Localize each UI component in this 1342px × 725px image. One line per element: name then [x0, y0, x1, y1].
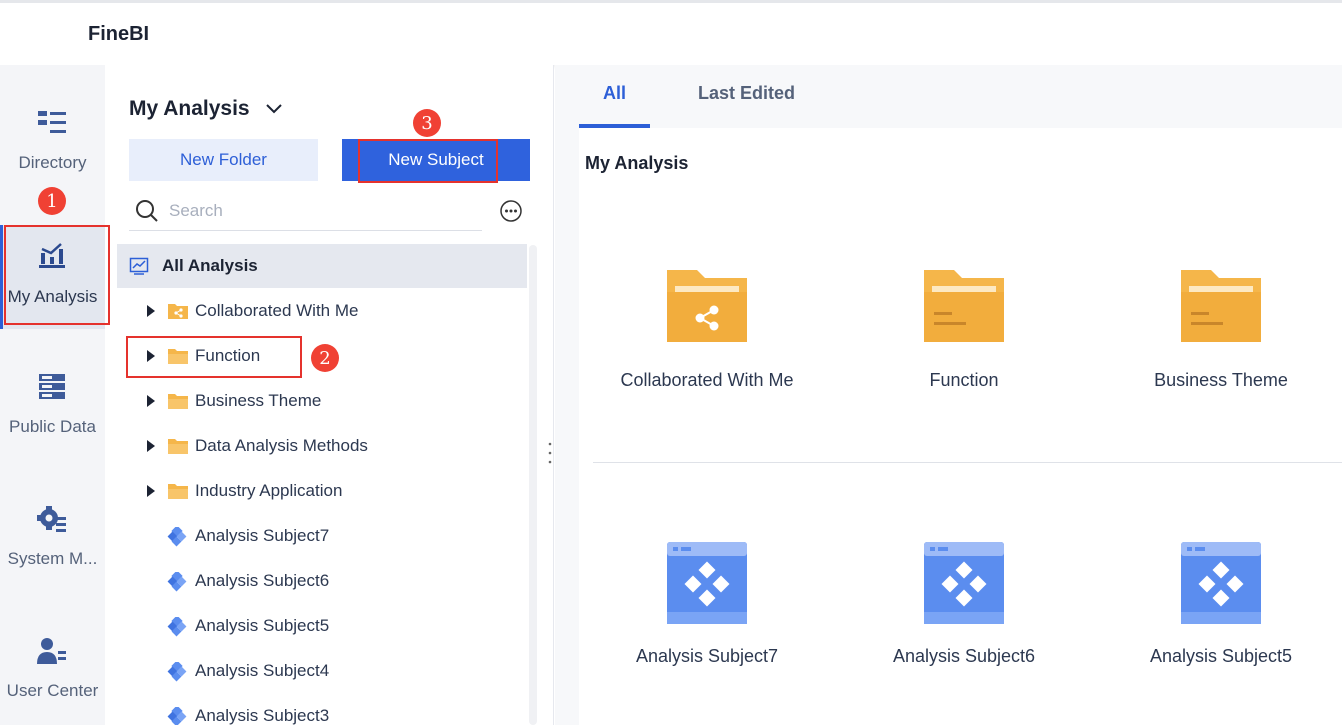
tree-item-analysis-subject3[interactable]: Analysis Subject3 — [117, 694, 527, 725]
tree-item-analysis-subject4[interactable]: Analysis Subject4 — [117, 649, 527, 693]
shared-folder-icon — [667, 270, 747, 342]
section-divider — [593, 462, 1342, 463]
subject-icon — [167, 707, 187, 725]
card-grid: My Analysis Collaborated With Me Functio… — [579, 128, 1342, 725]
tree-item-label: Analysis Subject3 — [195, 706, 330, 725]
tree-item-label: Collaborated With Me — [195, 301, 359, 320]
card-label: Business Theme — [1154, 370, 1288, 390]
tree-item-business-theme[interactable]: Business Theme — [117, 379, 527, 423]
highlight-box-new-subject — [358, 139, 498, 183]
folder-card-business-theme[interactable]: Business Theme — [1101, 268, 1341, 390]
public-data-icon — [39, 374, 65, 399]
subject-card-analysis-subject7[interactable]: Analysis Subject7 — [587, 540, 827, 666]
card-label: Analysis Subject6 — [892, 646, 1036, 666]
navigation-rail: Directory My Analysis Public Data System… — [0, 65, 105, 725]
tree-item-label: Business Theme — [195, 391, 322, 410]
tab-bar: All Last Edited — [579, 65, 1342, 128]
more-options-icon[interactable] — [500, 200, 522, 222]
analysis-chart-icon — [129, 257, 149, 275]
tree-item-label: All Analysis — [162, 256, 258, 275]
step-marker-3: 3 — [413, 109, 441, 137]
top-bar: FineBI — [0, 0, 1342, 65]
new-folder-button[interactable]: New Folder — [129, 139, 318, 181]
tab-last-edited[interactable]: Last Edited — [698, 83, 795, 104]
folder-card-collaborated-with-me[interactable]: Collaborated With Me — [587, 268, 827, 390]
tree-item-label: Analysis Subject7 — [195, 526, 330, 545]
search-input[interactable] — [169, 197, 469, 225]
subject-icon — [167, 617, 187, 637]
rail-item-label: System M... — [7, 549, 98, 568]
subject-icon — [167, 527, 187, 547]
subject-card-analysis-subject5[interactable]: Analysis Subject5 — [1101, 540, 1341, 666]
caret-right-icon[interactable] — [147, 395, 155, 407]
tree-item-all-analysis[interactable]: All Analysis — [117, 244, 527, 288]
tree-item-label: Analysis Subject5 — [195, 616, 330, 635]
tree-item-label: Analysis Subject6 — [195, 571, 330, 590]
caret-right-icon[interactable] — [147, 305, 155, 317]
directory-icon — [38, 111, 66, 133]
card-label: Function — [929, 370, 999, 390]
rail-item-label: User Center — [6, 681, 99, 700]
subject-icon — [167, 662, 187, 682]
folder-icon — [168, 439, 188, 454]
step-marker-2: 2 — [311, 344, 339, 372]
content-area: All Last Edited My Analysis Collaborated… — [555, 65, 1342, 725]
panel-title: My Analysis — [129, 97, 250, 120]
rail-item-label: Public Data — [9, 417, 96, 436]
subject-icon — [667, 542, 747, 624]
chevron-down-icon[interactable] — [265, 99, 283, 117]
search-box — [129, 193, 482, 231]
rail-item-user-center[interactable]: User Center — [0, 635, 105, 725]
user-center-icon — [37, 638, 66, 664]
folder-icon — [924, 270, 1004, 342]
tab-all[interactable]: All — [603, 83, 626, 104]
section-title: My Analysis — [585, 153, 689, 173]
active-indicator — [0, 225, 3, 329]
subject-icon — [167, 572, 187, 592]
tree-item-analysis-subject5[interactable]: Analysis Subject5 — [117, 604, 527, 648]
rail-item-system-management[interactable]: System M... — [0, 503, 105, 603]
caret-right-icon[interactable] — [147, 440, 155, 452]
tree-scrollbar[interactable] — [529, 245, 537, 725]
shared-folder-icon — [168, 304, 188, 319]
system-management-icon — [37, 506, 66, 532]
tree-item-collaborated-with-me[interactable]: Collaborated With Me — [117, 289, 527, 333]
card-label: Collaborated With Me — [620, 370, 794, 390]
subject-icon — [1181, 542, 1261, 624]
caret-right-icon[interactable] — [147, 485, 155, 497]
highlight-box-my-analysis — [4, 225, 110, 325]
tree-item-label: Data Analysis Methods — [195, 436, 368, 455]
folder-icon — [168, 484, 188, 499]
subject-icon — [924, 542, 1004, 624]
app-title: FineBI — [88, 23, 150, 45]
rail-item-public-data[interactable]: Public Data — [0, 371, 105, 471]
tree-item-data-analysis-methods[interactable]: Data Analysis Methods — [117, 424, 527, 468]
subject-card-analysis-subject6[interactable]: Analysis Subject6 — [844, 540, 1084, 666]
tree-item-label: Industry Application — [195, 481, 343, 500]
tree-item-analysis-subject7[interactable]: Analysis Subject7 — [117, 514, 527, 558]
tree-item-analysis-subject6[interactable]: Analysis Subject6 — [117, 559, 527, 603]
tree-item-industry-application[interactable]: Industry Application — [117, 469, 527, 513]
highlight-box-function — [126, 336, 302, 378]
tree-item-label: Analysis Subject4 — [195, 661, 330, 680]
step-marker-1: 1 — [38, 187, 66, 215]
card-label: Analysis Subject5 — [1149, 646, 1293, 666]
folder-icon — [1181, 270, 1261, 342]
search-icon — [136, 200, 158, 222]
folder-icon — [168, 394, 188, 409]
rail-item-label: Directory — [18, 153, 87, 172]
folder-card-function[interactable]: Function — [844, 268, 1084, 390]
card-label: Analysis Subject7 — [635, 646, 779, 666]
